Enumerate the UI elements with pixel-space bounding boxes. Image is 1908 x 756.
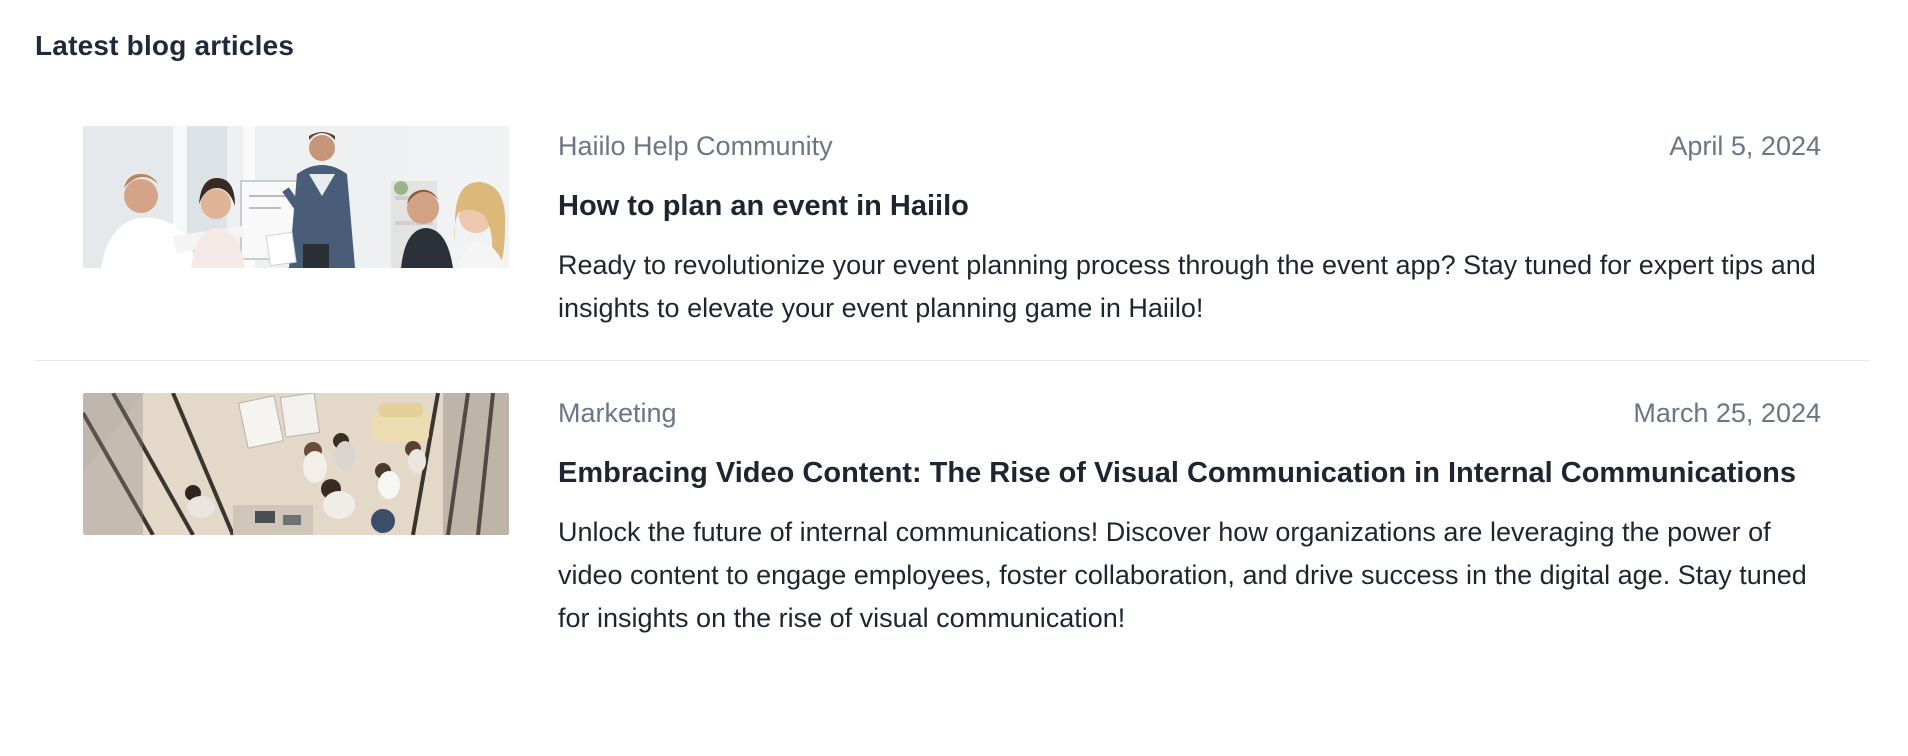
article-content: Haiilo Help Community April 5, 2024 How … bbox=[558, 126, 1821, 330]
article-excerpt: Unlock the future of internal communicat… bbox=[558, 517, 1807, 633]
article-title[interactable]: How to plan an event in Haiilo bbox=[558, 188, 1821, 224]
article-thumbnail-team-meeting[interactable] bbox=[83, 126, 509, 268]
blog-articles-widget: Latest blog articles Haiilo Help Communi… bbox=[0, 0, 1908, 756]
widget-title: Latest blog articles bbox=[35, 30, 295, 61]
article-category[interactable]: Marketing bbox=[558, 397, 677, 429]
article-date: March 25, 2024 bbox=[1633, 398, 1821, 428]
article-meta: Haiilo Help Community April 5, 2024 bbox=[558, 126, 1821, 162]
article-content: Marketing March 25, 2024 Embracing Video… bbox=[558, 393, 1821, 640]
article-excerpt: Ready to revolutionize your event planni… bbox=[558, 250, 1816, 323]
article-item[interactable]: Marketing March 25, 2024 Embracing Video… bbox=[35, 360, 1870, 656]
article-category[interactable]: Haiilo Help Community bbox=[558, 130, 833, 162]
article-item[interactable]: Haiilo Help Community April 5, 2024 How … bbox=[35, 110, 1870, 360]
article-list: Haiilo Help Community April 5, 2024 How … bbox=[35, 110, 1870, 656]
article-thumbnail-office-overhead[interactable] bbox=[83, 393, 509, 535]
article-date: April 5, 2024 bbox=[1669, 131, 1821, 161]
article-title[interactable]: Embracing Video Content: The Rise of Vis… bbox=[558, 455, 1821, 491]
article-meta: Marketing March 25, 2024 bbox=[558, 393, 1821, 429]
